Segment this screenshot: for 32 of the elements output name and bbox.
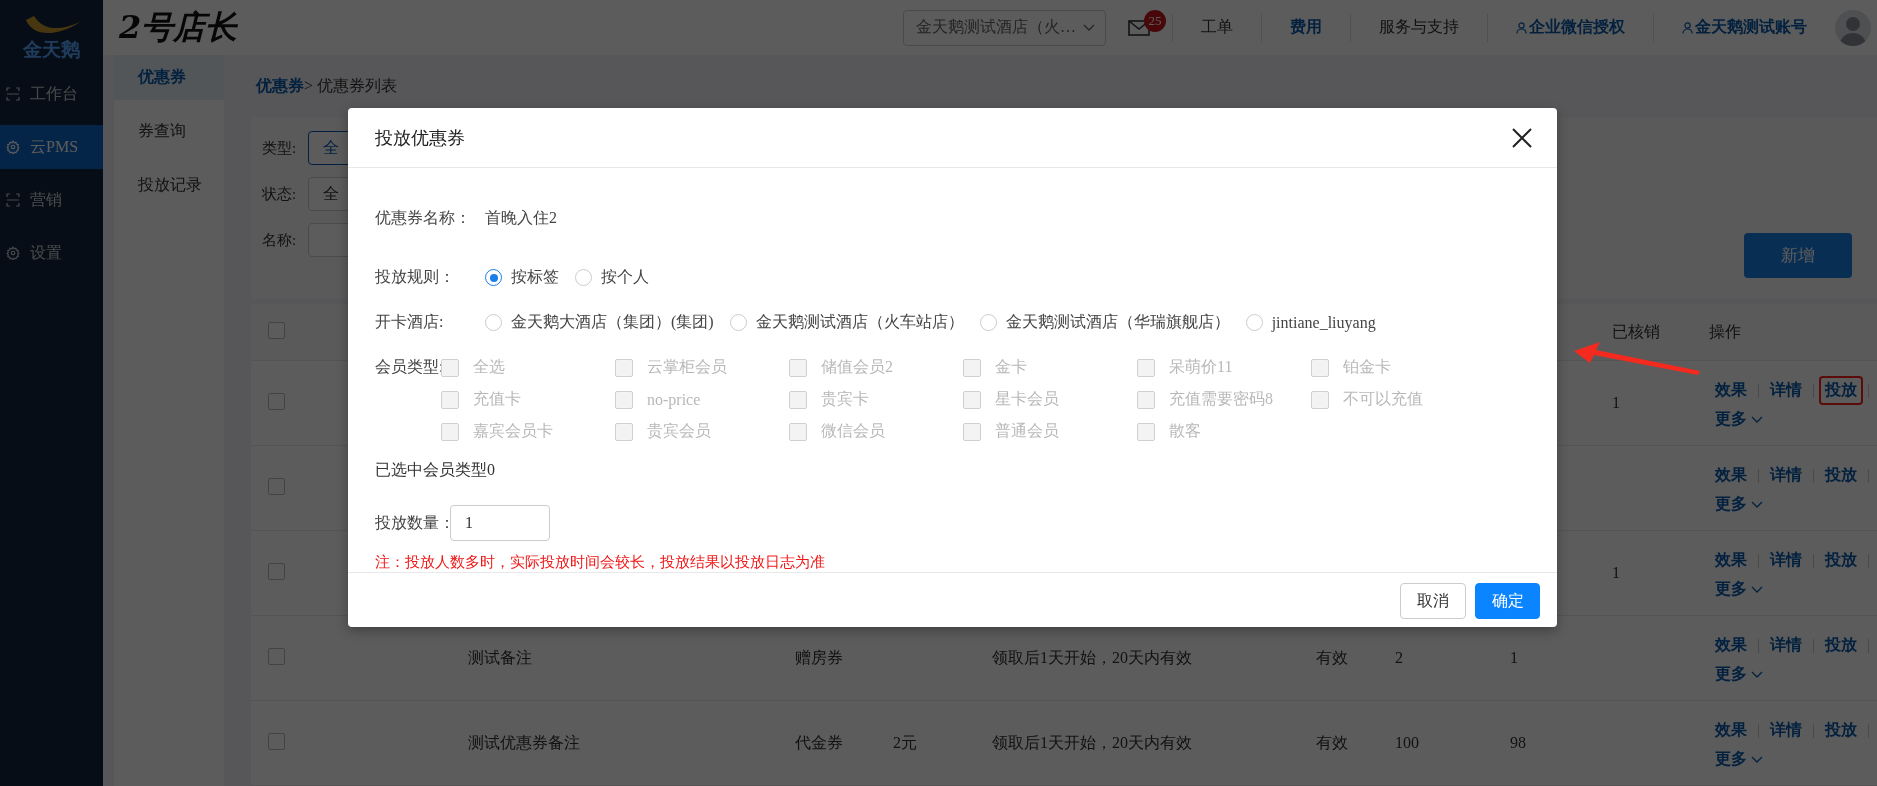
table-cell-text: 有效 (1316, 732, 1349, 753)
table-cell-text: 1 (1612, 564, 1621, 582)
filter-label: 状态: (262, 184, 297, 204)
field-label: 投放数量： (375, 512, 450, 533)
count-badge: 25 (1144, 9, 1166, 32)
table-cell-text: 98 (1510, 734, 1527, 752)
field-label: 优惠券名称： (375, 208, 472, 228)
warning-note: 注：投放人数多时，实际投放时间会较长，投放结果以投放日志为准 (375, 553, 825, 572)
column-header: 操作 (1709, 321, 1742, 342)
table-cell-text: 100 (1395, 734, 1420, 752)
table-cell-text: 2元 (893, 732, 918, 753)
table-cell-text: 领取后1天开始，20天内有效 (992, 647, 1193, 668)
dialog-title: 投放优惠券 (375, 126, 465, 150)
selected-count: 已选中会员类型0 (375, 460, 495, 480)
breadcrumb-current: > 优惠券列表 (304, 75, 398, 96)
table-cell-text: 2 (1395, 649, 1404, 667)
field-label: 投放规则： (375, 267, 456, 287)
table-cell-text: 赠房券 (795, 647, 844, 668)
table-cell-text: 测试备注 (468, 647, 533, 668)
coupon-name: 首晚入住2 (485, 208, 557, 228)
column-header: 已核销 (1612, 321, 1661, 342)
table-cell-text: 测试优惠券备注 (468, 732, 581, 753)
logo-text: 金天鹅 (23, 39, 80, 59)
field-label: 开卡酒店: (375, 312, 445, 332)
table-cell-text: 代金券 (795, 732, 844, 753)
brand-title: 2号店长 (119, 6, 238, 48)
table-cell-text: 1 (1510, 649, 1519, 667)
filter-label: 名称: (262, 230, 297, 250)
table-cell-text: 1 (1612, 394, 1621, 412)
table-cell-text: 领取后1天开始，20天内有效 (992, 732, 1193, 753)
filter-label: 类型: (262, 138, 297, 158)
table-cell-text: 有效 (1316, 647, 1349, 668)
